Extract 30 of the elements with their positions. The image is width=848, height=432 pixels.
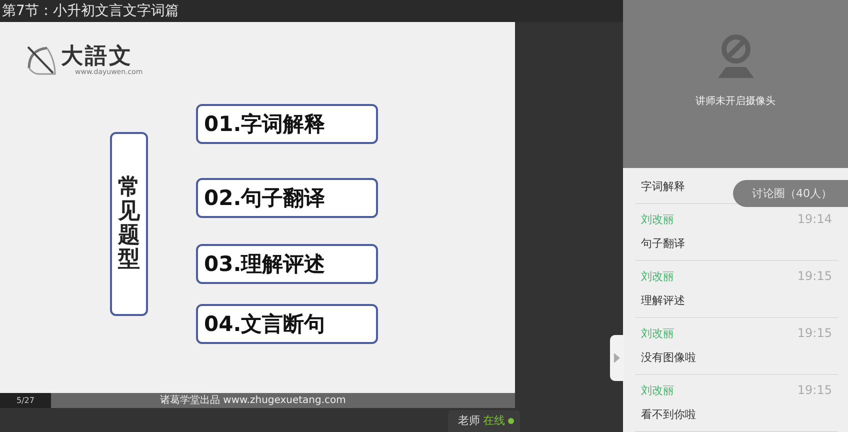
bow-icon — [25, 44, 57, 76]
topic-box: 02.句子翻译 — [196, 178, 378, 218]
topic-box: 04.文言断句 — [196, 304, 378, 344]
message-time: 19:15 — [797, 383, 833, 399]
message-text: 句子翻译 — [641, 236, 685, 251]
discussion-button[interactable]: 讨论圈（40人） — [733, 180, 848, 207]
heading-box: 常见题型 — [110, 132, 148, 316]
triangle-icon — [614, 353, 620, 363]
logo-text: 大語文 — [61, 44, 133, 68]
user-name: 刘改丽 — [641, 269, 674, 285]
message-time: 19:14 — [797, 212, 833, 228]
page-counter: 5/27 — [0, 393, 51, 408]
message-text: 没有图像啦 — [641, 350, 696, 365]
window-title: 第7节：小升初文言文字词篇 — [0, 0, 623, 22]
message-time: 19:15 — [797, 269, 833, 285]
slide-footer: 诸葛学堂出品 www.zhugexuetang.com — [51, 393, 346, 408]
user-name: 刘改丽 — [641, 326, 674, 342]
camera-message: 讲师未开启摄像头 — [696, 94, 776, 108]
status-label: 老师 — [458, 413, 480, 428]
topic-box: 01.字词解释 — [196, 104, 378, 144]
message-time: 19:15 — [797, 326, 833, 342]
user-name: 刘改丽 — [641, 383, 674, 399]
message-text: 看不到你啦 — [641, 407, 696, 422]
camera-icon — [716, 34, 756, 78]
status-text: 在线 — [483, 413, 505, 428]
user-name: 刘改丽 — [641, 212, 674, 228]
topic-box: 03.理解评述 — [196, 244, 378, 284]
message-text: 理解评述 — [641, 293, 685, 308]
message-text: 字词解释 — [641, 179, 685, 194]
panel-toggle[interactable] — [610, 335, 624, 381]
